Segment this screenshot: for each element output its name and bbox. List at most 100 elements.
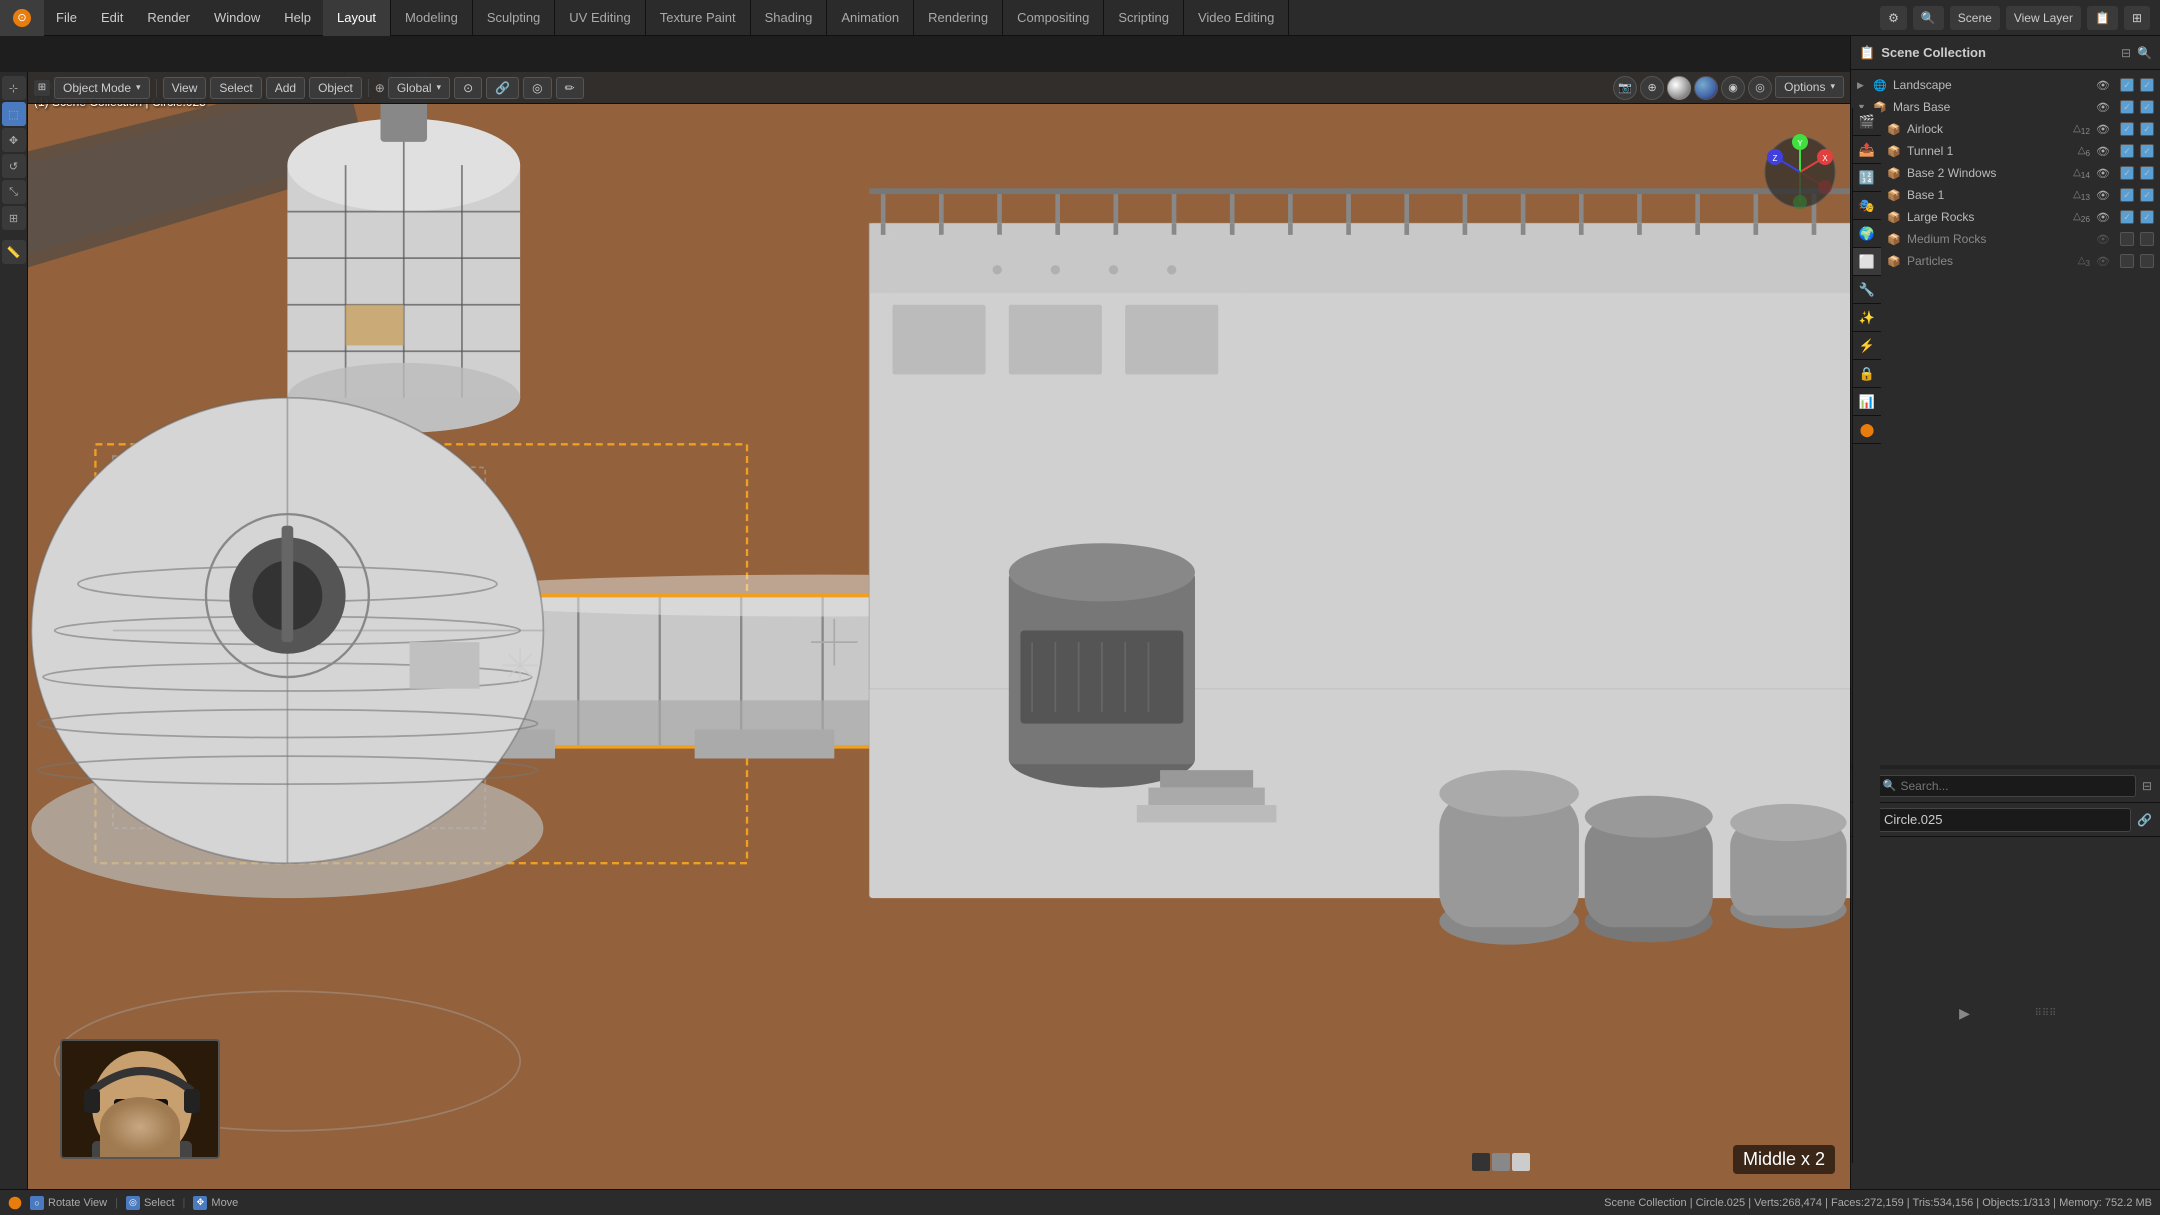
check-marsbase-eye[interactable]: 👁 — [2096, 101, 2110, 114]
tree-tunnel1[interactable]: ▶ 📦 Tunnel 1 △6 👁 ✓ ✓ — [1851, 140, 2160, 162]
props-play-btn[interactable]: ▶ — [1955, 1003, 1975, 1023]
check-base1-eye[interactable]: 👁 — [2096, 189, 2110, 202]
props-filter-btn[interactable]: ⊟ — [2142, 779, 2152, 793]
tab-compositing[interactable]: Compositing — [1003, 0, 1104, 36]
props-icon-view-layer[interactable]: 🔢 — [1853, 164, 1881, 192]
check-mediumrocks-render[interactable] — [2120, 232, 2134, 246]
color-sq-dark[interactable] — [1492, 1153, 1510, 1171]
props-dots-handle[interactable]: ⠿⠿⠿ — [2035, 1008, 2057, 1019]
snap-btn[interactable]: 🔗 — [486, 77, 519, 99]
tool-cursor[interactable]: ⊹ — [2, 76, 26, 100]
check-marsbase-render[interactable]: ✓ — [2120, 100, 2134, 114]
check-base2win-eye[interactable]: 👁 — [2096, 167, 2110, 180]
view-menu[interactable]: View — [163, 77, 207, 99]
check-tunnel1-viewport[interactable]: ✓ — [2140, 144, 2154, 158]
check-particles-viewport[interactable] — [2140, 254, 2154, 268]
check-base1-viewport[interactable]: ✓ — [2140, 188, 2154, 202]
props-icon-physics[interactable]: ⚡ — [1853, 332, 1881, 360]
nav-gizmo[interactable]: X Y Z — [1760, 132, 1840, 212]
outliner-search-icon[interactable]: 🔍 — [2137, 46, 2152, 60]
menu-help[interactable]: Help — [272, 0, 323, 36]
check-particles-eye[interactable]: 👁 — [2096, 255, 2110, 268]
tool-move[interactable]: ✥ — [2, 128, 26, 152]
tab-texture-paint[interactable]: Texture Paint — [646, 0, 751, 36]
tool-rotate[interactable]: ↺ — [2, 154, 26, 178]
tree-base1[interactable]: ▶ 📦 Base 1 △13 👁 ✓ ✓ — [1851, 184, 2160, 206]
tab-layout[interactable]: Layout — [323, 0, 391, 36]
check-tunnel1-eye[interactable]: 👁 — [2096, 145, 2110, 158]
check-base2win-viewport[interactable]: ✓ — [2140, 166, 2154, 180]
check-landscape-render[interactable]: ✓ — [2120, 78, 2134, 92]
tab-shading[interactable]: Shading — [751, 0, 828, 36]
shading-rendered-btn[interactable]: ◉ — [1721, 76, 1745, 100]
check-landscape-viewport[interactable]: ✓ — [2140, 78, 2154, 92]
tool-measure[interactable]: 📏 — [2, 240, 26, 264]
check-mediumrocks-viewport[interactable] — [2140, 232, 2154, 246]
tree-landscape[interactable]: ▶ 🌐 Landscape 👁 ✓ ✓ — [1851, 74, 2160, 96]
tab-sculpting[interactable]: Sculpting — [473, 0, 555, 36]
annotate-btn[interactable]: ✏ — [556, 77, 584, 99]
scene-selector[interactable]: Scene — [1950, 6, 2000, 30]
menu-render[interactable]: Render — [135, 0, 202, 36]
options-dropdown[interactable]: Options — [1775, 76, 1844, 98]
tab-animation[interactable]: Animation — [827, 0, 914, 36]
topright-icon2[interactable]: 🔍 — [1913, 6, 1944, 30]
props-icon-particles[interactable]: ✨ — [1853, 304, 1881, 332]
blender-logo[interactable]: ⊙ — [0, 0, 44, 36]
check-largerocks-eye[interactable]: 👁 — [2096, 211, 2110, 224]
tree-large-rocks[interactable]: ▶ 📦 Large Rocks △26 👁 ✓ ✓ — [1851, 206, 2160, 228]
check-tunnel1-render[interactable]: ✓ — [2120, 144, 2134, 158]
props-search-input[interactable] — [1900, 779, 2128, 793]
check-largerocks-render[interactable]: ✓ — [2120, 210, 2134, 224]
props-icon-output[interactable]: 📤 — [1853, 136, 1881, 164]
tool-transform[interactable]: ⊞ — [2, 206, 26, 230]
proportional-btn[interactable]: ◎ — [523, 77, 551, 99]
topright-icon1[interactable]: ⚙ — [1880, 6, 1907, 30]
tab-scripting[interactable]: Scripting — [1104, 0, 1184, 36]
menu-file[interactable]: File — [44, 0, 89, 36]
check-landscape-eye[interactable]: 👁 — [2096, 79, 2110, 92]
tree-airlock[interactable]: ▶ 📦 Airlock △12 👁 ✓ ✓ — [1851, 118, 2160, 140]
object-mode-dropdown[interactable]: Object Mode — [54, 77, 150, 99]
add-menu[interactable]: Add — [266, 77, 305, 99]
topright-icon4[interactable]: ⊞ — [2124, 6, 2150, 30]
check-largerocks-viewport[interactable]: ✓ — [2140, 210, 2154, 224]
props-icon-modifier[interactable]: 🔧 — [1853, 276, 1881, 304]
object-name-field[interactable] — [1875, 808, 2131, 832]
shading-eevee-btn[interactable]: ◎ — [1748, 76, 1772, 100]
shading-material-btn[interactable] — [1694, 76, 1718, 100]
props-icon-data[interactable]: 📊 — [1853, 388, 1881, 416]
tree-medium-rocks[interactable]: 📦 Medium Rocks 👁 — [1851, 228, 2160, 250]
check-airlock-viewport[interactable]: ✓ — [2140, 122, 2154, 136]
transform-dropdown[interactable]: Global — [388, 77, 450, 99]
check-mediumrocks-eye[interactable]: 👁 — [2096, 233, 2110, 246]
check-airlock-render[interactable]: ✓ — [2120, 122, 2134, 136]
tool-select-box[interactable]: ⬚ — [2, 102, 26, 126]
tab-video-editing[interactable]: Video Editing — [1184, 0, 1289, 36]
view-layer-selector[interactable]: View Layer — [2006, 6, 2081, 30]
outliner-filter-icon[interactable]: ⊟ — [2121, 46, 2131, 60]
props-icon-scene[interactable]: 🎭 — [1853, 192, 1881, 220]
menu-edit[interactable]: Edit — [89, 0, 135, 36]
props-icon-constraints[interactable]: 🔒 — [1853, 360, 1881, 388]
check-marsbase-viewport[interactable]: ✓ — [2140, 100, 2154, 114]
props-icon-material[interactable]: ⬤ — [1853, 416, 1881, 444]
tool-scale[interactable]: ⤡ — [2, 180, 26, 204]
props-icon-world[interactable]: 🌍 — [1853, 220, 1881, 248]
object-name-link-icon[interactable]: 🔗 — [2137, 813, 2152, 827]
topright-icon3[interactable]: 📋 — [2087, 6, 2118, 30]
camera-icon[interactable]: 📷 — [1613, 76, 1637, 100]
viewport[interactable]: User Perspective (1) Scene Collection | … — [28, 72, 1850, 1189]
object-menu[interactable]: Object — [309, 77, 362, 99]
tab-modeling[interactable]: Modeling — [391, 0, 473, 36]
pivot-btn[interactable]: ⊙ — [454, 77, 482, 99]
tree-base2windows[interactable]: ▶ 📦 Base 2 Windows △14 👁 ✓ ✓ — [1851, 162, 2160, 184]
tree-particles[interactable]: 📦 Particles △3 👁 — [1851, 250, 2160, 272]
props-icon-render[interactable]: 🎬 — [1853, 108, 1881, 136]
tab-uv-editing[interactable]: UV Editing — [555, 0, 645, 36]
check-particles-render[interactable] — [2120, 254, 2134, 268]
menu-window[interactable]: Window — [202, 0, 272, 36]
select-menu[interactable]: Select — [210, 77, 261, 99]
check-base2win-render[interactable]: ✓ — [2120, 166, 2134, 180]
check-base1-render[interactable]: ✓ — [2120, 188, 2134, 202]
